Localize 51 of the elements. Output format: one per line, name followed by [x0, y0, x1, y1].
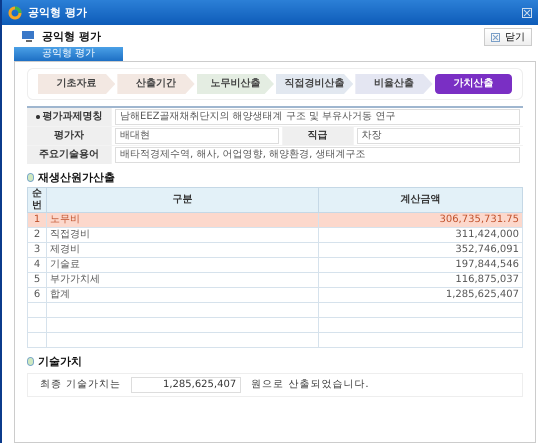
table-cell: 116,875,037 — [318, 272, 522, 288]
table-cell: 노무비 — [46, 212, 319, 228]
table-cell: 1 — [28, 212, 46, 228]
column-header: 계산금액 — [318, 188, 522, 213]
table-cell: 6 — [28, 288, 46, 303]
bullet-icon — [36, 115, 40, 119]
table-cell: 기술료 — [46, 258, 319, 273]
field-label: 직급 — [282, 127, 352, 145]
step[interactable]: 가치산출 — [434, 74, 512, 94]
table-cell: 제경비 — [46, 242, 319, 258]
bullet-icon — [27, 357, 34, 366]
step[interactable]: 비율산출 — [355, 74, 433, 94]
field-label: 평가과제명칭 — [42, 111, 102, 123]
window-title: 공익형 평가 — [28, 6, 88, 20]
column-header: 순번 — [28, 188, 46, 213]
page-title: 공익형 평가 — [42, 30, 102, 44]
step[interactable]: 직접경비산출 — [276, 74, 354, 94]
evaluator-field[interactable]: 배대현 — [115, 128, 278, 144]
field-label: 주요기술용어 — [27, 146, 111, 164]
table-cell: 4 — [28, 258, 46, 273]
section-title: 재생산원가산출 — [38, 171, 115, 184]
table-cell: 2 — [28, 228, 46, 243]
field-label: 평가자 — [27, 127, 111, 145]
result-text: 원으로 산출되었습니다. — [251, 379, 370, 392]
bullet-icon — [27, 173, 34, 182]
table-cell: 합계 — [46, 288, 319, 303]
section-title: 기술가치 — [38, 355, 82, 368]
close-icon — [491, 32, 500, 42]
table-cell: 직접경비 — [46, 228, 319, 243]
step[interactable]: 산출기간 — [117, 74, 195, 94]
column-header: 구분 — [46, 188, 319, 213]
table-cell: 부가가치세 — [46, 272, 319, 288]
table-cell: 352,746,091 — [318, 242, 522, 258]
close-icon[interactable] — [522, 8, 532, 18]
project-field[interactable]: 남해EEZ골재채취단지의 해양생태계 구조 및 부유사거동 연구 — [115, 109, 520, 125]
monitor-icon — [22, 31, 36, 43]
table-cell: 1,285,625,407 — [318, 288, 522, 303]
keywords-field[interactable]: 배타적경제수역, 해사, 어업영향, 해양환경, 생태계구조 — [115, 147, 520, 163]
result-label: 최종 기술가치는 — [40, 379, 122, 392]
rank-field[interactable]: 차장 — [356, 128, 520, 144]
step[interactable]: 노무비산출 — [196, 74, 274, 94]
close-button[interactable]: 닫기 — [484, 28, 532, 46]
tab[interactable]: 공익형 평가 — [14, 47, 124, 61]
table-cell: 5 — [28, 272, 46, 288]
table-cell: 306,735,731.75 — [318, 212, 522, 228]
ring-icon — [8, 6, 22, 20]
table-cell: 311,424,000 — [318, 228, 522, 243]
table-cell: 197,844,546 — [318, 258, 522, 273]
table-cell: 3 — [28, 242, 46, 258]
value-field[interactable]: 1,285,625,407 — [131, 377, 242, 394]
step[interactable]: 기초자료 — [38, 74, 116, 94]
